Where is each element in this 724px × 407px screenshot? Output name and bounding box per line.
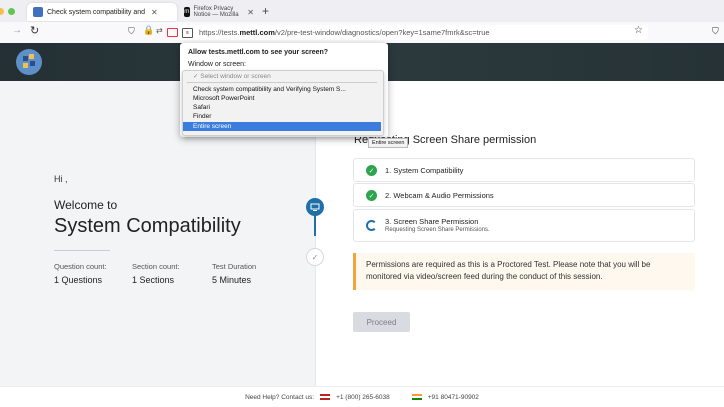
window-minimize-button[interactable] xyxy=(0,8,4,15)
greeting: Hi , xyxy=(54,174,68,184)
screen-share-icon[interactable] xyxy=(167,28,178,37)
tab-firefox-privacy[interactable]: m Firefox Privacy Notice — Mozilla ✕ xyxy=(178,3,260,21)
stat-label: Test Duration xyxy=(212,262,257,271)
divider xyxy=(54,250,110,251)
india-phone[interactable]: +91 80471-90902 xyxy=(428,394,479,401)
url-path: /v2/pre-test-window/diagnostics/open?key… xyxy=(274,28,490,37)
india-flag-icon xyxy=(411,394,422,400)
pocket-icon[interactable]: ⛉ xyxy=(712,26,719,37)
help-text: Need Help? Contact us: xyxy=(245,393,315,401)
stat-value: 1 Questions xyxy=(54,275,103,285)
mettl-favicon-icon xyxy=(33,7,43,17)
stat-section-count: Section count: 1 Sections xyxy=(132,262,180,285)
check-circle-icon: ✓ xyxy=(366,165,377,176)
dropdown-option-window[interactable]: Check system compatibility and Verifying… xyxy=(183,85,381,94)
loading-spinner-icon xyxy=(366,220,377,231)
close-icon[interactable]: ✕ xyxy=(151,8,158,17)
popup-title: Allow tests.mettl.com to see your screen… xyxy=(188,49,329,56)
url-prefix: https://tests. xyxy=(199,28,240,37)
step-card-screen-share: 3. Screen Share Permission Requesting Sc… xyxy=(353,209,695,242)
proceed-button[interactable]: Proceed xyxy=(353,312,410,332)
shield-icon[interactable]: ⛉ xyxy=(128,26,135,37)
check-circle-icon: ✓ xyxy=(366,190,377,201)
tooltip: Entire screen xyxy=(368,138,409,148)
proctored-notice: Permissions are required as this is a Pr… xyxy=(353,253,695,290)
dropdown-separator xyxy=(187,82,377,83)
step-label: 3. Screen Share Permission xyxy=(385,217,479,226)
mettl-logo-icon xyxy=(16,49,42,75)
mozilla-favicon-icon: m xyxy=(184,7,190,17)
stat-test-duration: Test Duration 5 Minutes xyxy=(212,262,256,285)
tab-bar: Check system compatibility and ✕ m Firef… xyxy=(0,0,724,22)
reload-icon[interactable]: ↻ xyxy=(30,24,39,37)
new-tab-button[interactable]: + xyxy=(262,4,269,18)
permissions-icon[interactable]: ⇄ xyxy=(156,26,163,35)
screen-share-popup: Allow tests.mettl.com to see your screen… xyxy=(180,43,388,137)
progress-connector xyxy=(314,214,316,236)
navigation-bar: → ↻ ⛉ 🔒 ⇄ ≡ https://tests. mettl.com/v2/p… xyxy=(0,22,724,44)
popup-label: Window or screen: xyxy=(188,61,246,68)
step-check-icon: ✓ xyxy=(306,248,324,266)
page-info-icon[interactable]: ≡ xyxy=(182,27,193,38)
dropdown-option-powerpoint[interactable]: Microsoft PowerPoint xyxy=(183,94,381,103)
step-card-system-compatibility: ✓ 1. System Compatibility xyxy=(353,158,695,182)
footer: Need Help? Contact us: +1 (800) 265-6038… xyxy=(0,386,724,407)
stat-label: Section count: xyxy=(132,262,180,271)
stat-value: 1 Sections xyxy=(132,275,175,285)
step-sublabel: Requesting Screen Share Permissions. xyxy=(385,227,490,233)
dropdown-option-placeholder[interactable]: ✓ Select window or screen xyxy=(183,72,381,81)
step-screen-icon xyxy=(306,198,324,216)
welcome-text: Welcome to xyxy=(54,198,118,212)
step-label: 1. System Compatibility xyxy=(385,166,464,175)
dropdown-option-finder[interactable]: Finder xyxy=(183,112,381,121)
stat-question-count: Question count: 1 Questions xyxy=(54,262,107,285)
stat-value: 5 Minutes xyxy=(212,275,252,285)
window-maximize-button[interactable] xyxy=(8,8,15,15)
url-bar[interactable]: ≡ https://tests. mettl.com/v2/pre-test-wi… xyxy=(178,25,648,40)
page-title: System Compatibility xyxy=(54,215,241,237)
tab-title: Check system compatibility and xyxy=(47,8,146,16)
bookmark-star-icon[interactable]: ☆ xyxy=(634,25,643,36)
dropdown-option-entire-screen[interactable]: Entire screen xyxy=(183,122,381,131)
forward-icon[interactable]: → xyxy=(12,25,22,36)
step-card-webcam-audio: ✓ 2. Webcam & Audio Permissions xyxy=(353,183,695,207)
dropdown-option-safari[interactable]: Safari xyxy=(183,103,381,112)
lock-icon[interactable]: 🔒 xyxy=(143,25,154,36)
step-label: 2. Webcam & Audio Permissions xyxy=(385,191,494,200)
tab-check-system[interactable]: Check system compatibility and ✕ xyxy=(27,3,177,21)
us-phone[interactable]: +1 (800) 265-6038 xyxy=(336,394,390,401)
close-icon[interactable]: ✕ xyxy=(247,8,254,17)
stat-label: Question count: xyxy=(54,262,107,271)
us-flag-icon xyxy=(320,394,331,400)
window-select-dropdown[interactable]: ✓ Select window or screen Check system c… xyxy=(182,70,384,136)
tab-title: Firefox Privacy Notice — Mozilla xyxy=(193,6,239,18)
url-domain: mettl.com xyxy=(239,28,275,37)
